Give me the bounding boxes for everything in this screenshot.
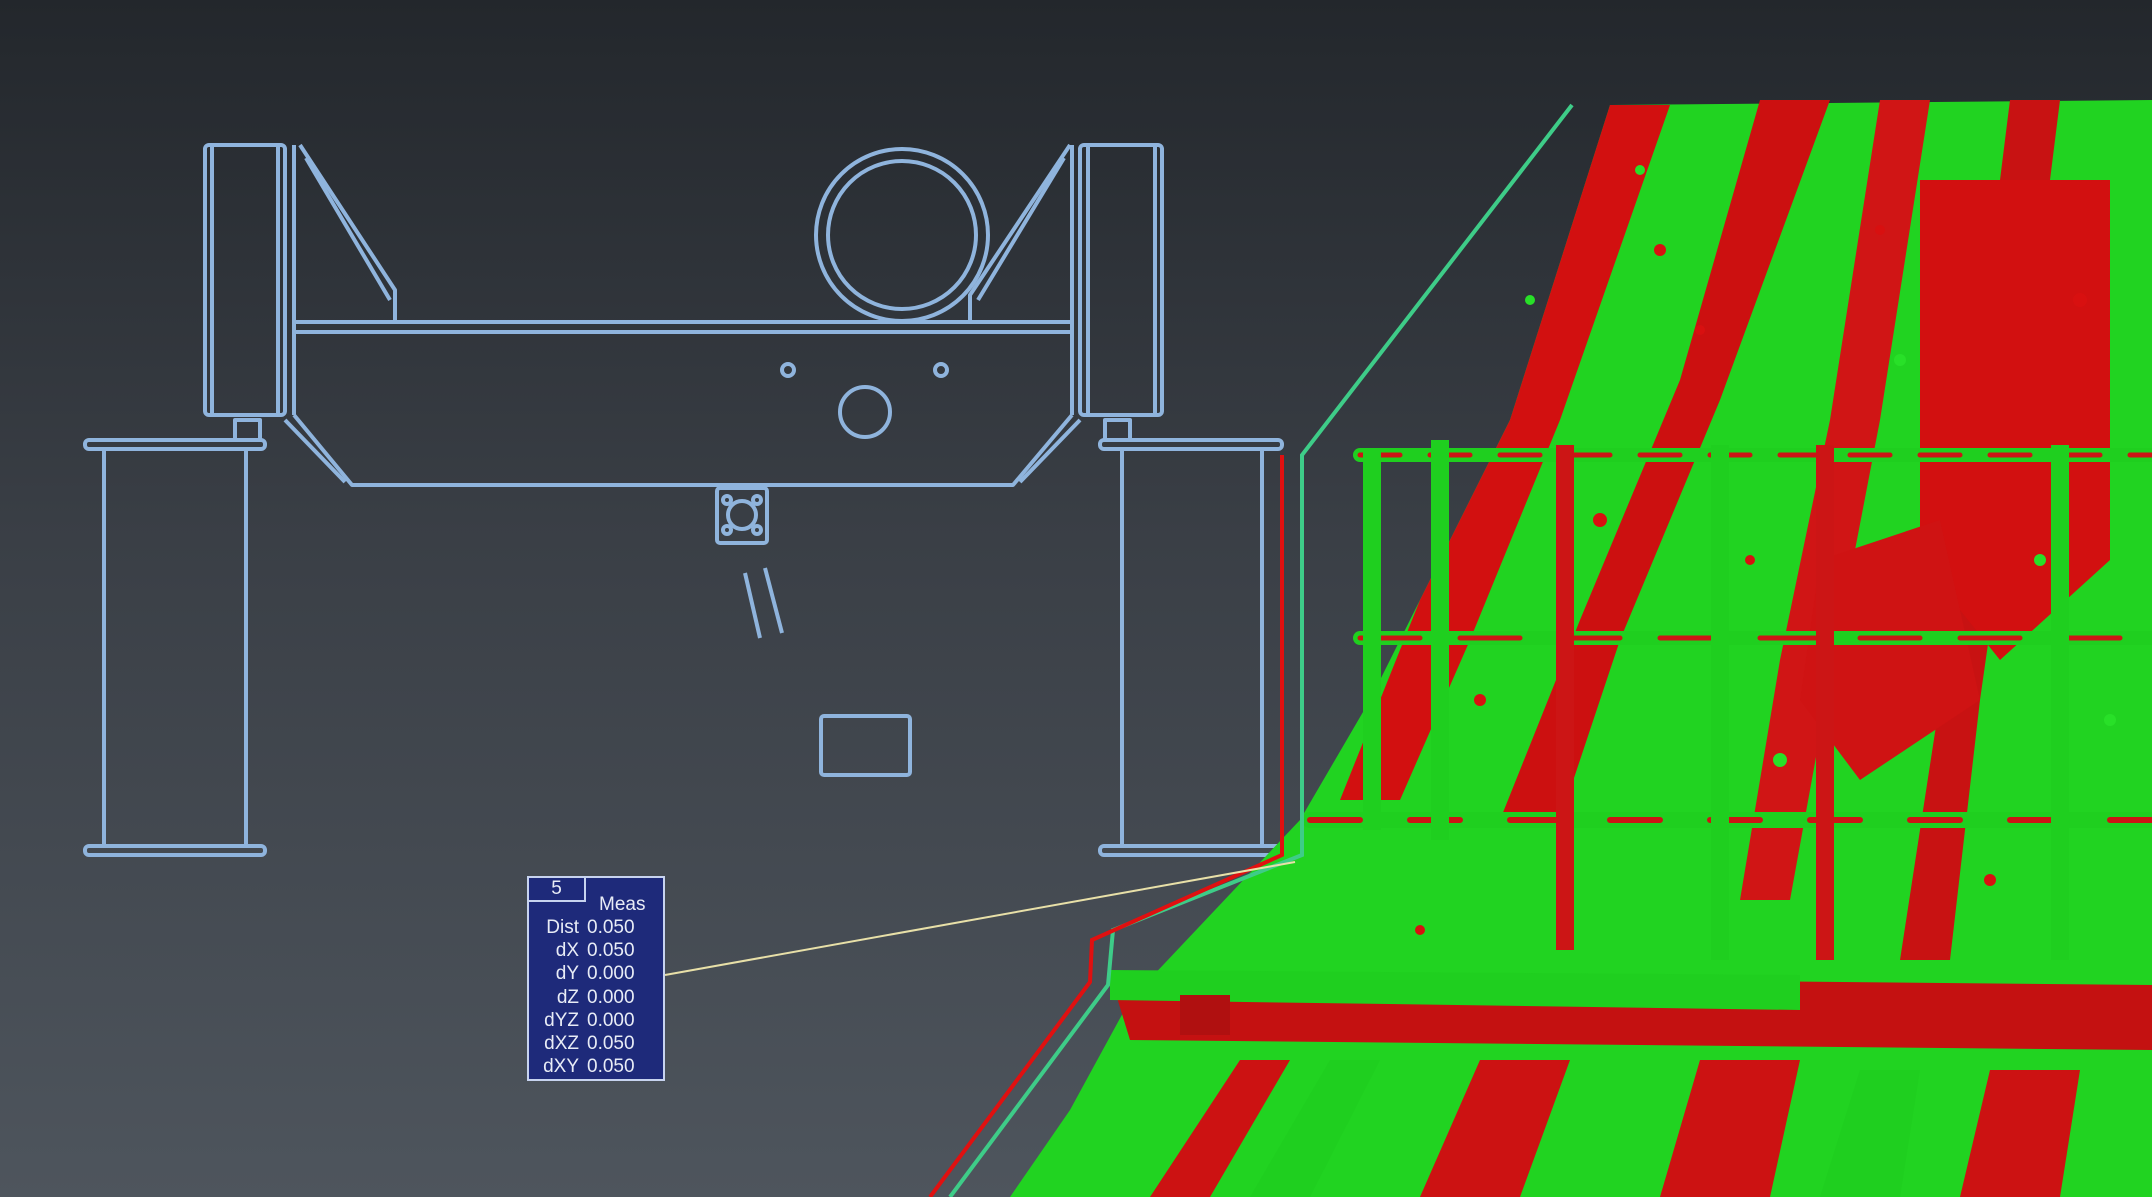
measurement-row-dxz: dXZ 0.050: [529, 1032, 663, 1055]
row-value: 0.050: [587, 940, 635, 962]
point-cloud: [1010, 100, 2152, 1197]
measurement-row-dyz: dYZ 0.000: [529, 1009, 663, 1032]
row-value: 0.000: [587, 1009, 635, 1031]
cad-right-leg: [1098, 418, 1284, 857]
measurement-id: 5: [529, 878, 586, 902]
cad-pipe: [814, 147, 990, 323]
row-value: 0.000: [587, 963, 635, 985]
cad-center-hole: [838, 385, 892, 439]
row-label: dYZ: [544, 1009, 579, 1031]
cad-left-post: [203, 143, 287, 417]
row-label: dXZ: [544, 1032, 579, 1054]
measurement-row-dist: Dist 0.050: [529, 916, 663, 939]
row-label: dY: [555, 963, 579, 985]
cad-left-leg: [83, 418, 267, 857]
3d-viewport[interactable]: 5 Meas Dist 0.050 dX 0.050 dY 0.000 dZ 0…: [0, 0, 2152, 1197]
row-label: dXY: [543, 1056, 579, 1078]
cad-drawing: [83, 143, 1284, 857]
row-value: 0.050: [587, 1056, 635, 1078]
row-label: dX: [555, 940, 579, 962]
cad-small-rect: [819, 714, 912, 777]
row-value: 0.000: [587, 986, 635, 1008]
cad-beam-bottom: [292, 413, 1074, 487]
measurement-row-dy: dY 0.000: [529, 962, 663, 985]
measurement-label[interactable]: 5 Meas Dist 0.050 dX 0.050 dY 0.000 dZ 0…: [527, 876, 665, 1081]
cad-right-post: [1078, 143, 1164, 417]
row-value: 0.050: [587, 917, 635, 938]
row-value: 0.050: [587, 1032, 635, 1054]
row-label: dZ: [556, 986, 579, 1008]
measurement-header: Meas: [599, 894, 646, 915]
row-label: Dist: [546, 917, 579, 938]
scene-canvas[interactable]: [0, 0, 2152, 1197]
measurement-row-dx: dX 0.050: [529, 939, 663, 962]
measurement-row-dz: dZ 0.000: [529, 986, 663, 1009]
measurement-row-dxy: dXY 0.050: [529, 1055, 663, 1078]
measurement-rows: Dist 0.050 dX 0.050 dY 0.000 dZ 0.000 dY…: [529, 916, 663, 1078]
